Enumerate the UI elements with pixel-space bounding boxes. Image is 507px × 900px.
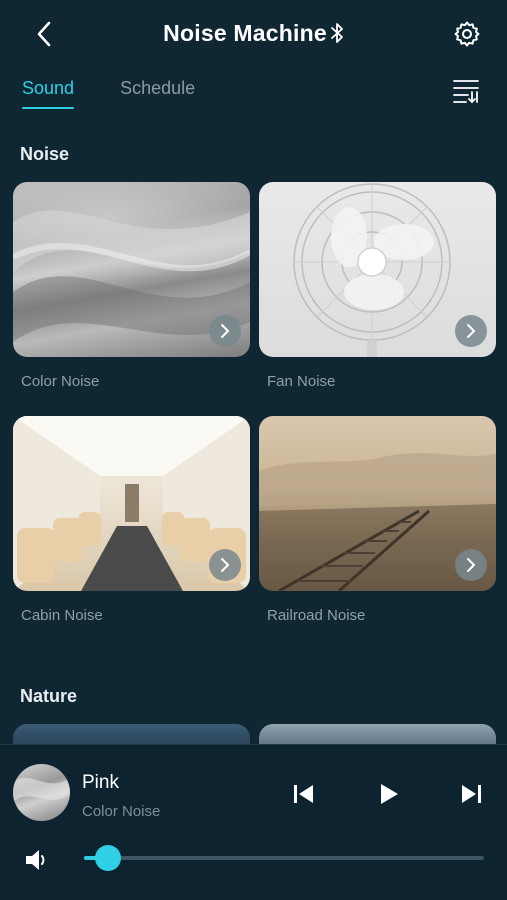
card-label: Color Noise [21, 373, 100, 390]
skip-previous-icon [294, 785, 313, 803]
now-playing-bar: Pink Color Noise [0, 744, 507, 900]
speaker-icon [26, 850, 45, 870]
chevron-right-icon [467, 324, 475, 338]
gear-icon [454, 21, 480, 47]
track-category: Color Noise [82, 803, 161, 820]
volume-button[interactable] [24, 847, 50, 873]
next-button[interactable] [456, 779, 486, 809]
chevron-right-icon [221, 558, 229, 572]
tab-bar: Sound Schedule [22, 78, 195, 109]
nature-card-peek[interactable] [259, 724, 496, 746]
bluetooth-icon [330, 23, 343, 43]
chevron-right-icon [221, 324, 229, 338]
section-title-nature: Nature [20, 686, 78, 706]
cabin-noise-image [13, 416, 250, 591]
wave-pattern [13, 777, 70, 802]
open-color-noise-button[interactable] [209, 315, 241, 347]
section-title-noise: Noise [20, 144, 70, 164]
card-label: Fan Noise [267, 373, 336, 390]
nature-card-peek[interactable] [13, 724, 250, 746]
open-cabin-noise-button[interactable] [209, 549, 241, 581]
previous-button[interactable] [289, 779, 319, 809]
card-label: Cabin Noise [21, 607, 103, 624]
color-noise-image [13, 182, 250, 357]
sort-button[interactable] [451, 76, 481, 106]
play-button[interactable] [374, 779, 404, 809]
track-name: Pink [82, 772, 119, 793]
tab-schedule[interactable]: Schedule [120, 78, 195, 109]
volume-slider[interactable] [84, 845, 484, 871]
track-thumbnail[interactable] [13, 764, 70, 821]
card-railroad-noise[interactable]: Railroad Noise [259, 416, 496, 624]
railroad-noise-image [259, 416, 496, 591]
card-color-noise[interactable]: Color Noise [13, 182, 250, 390]
sort-list-icon [453, 80, 479, 104]
skip-next-icon [462, 785, 481, 803]
app-header: Noise Machine [0, 0, 507, 68]
open-railroad-noise-button[interactable] [455, 549, 487, 581]
settings-button[interactable] [451, 18, 483, 50]
card-fan-noise[interactable]: Fan Noise [259, 182, 496, 390]
title-wrap: Noise Machine [0, 20, 507, 47]
card-label: Railroad Noise [267, 607, 366, 624]
fan-noise-image [259, 182, 496, 357]
play-icon [381, 784, 398, 804]
page-title: Noise Machine [163, 20, 327, 46]
tab-sound[interactable]: Sound [22, 78, 75, 109]
card-cabin-noise[interactable]: Cabin Noise [13, 416, 250, 624]
chevron-right-icon [467, 558, 475, 572]
open-fan-noise-button[interactable] [455, 315, 487, 347]
volume-slider-knob[interactable] [95, 845, 121, 871]
